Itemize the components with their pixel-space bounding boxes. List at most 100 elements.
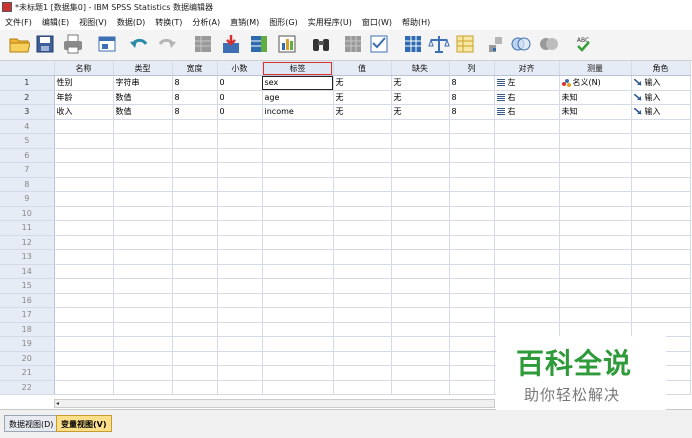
empty-cell[interactable] <box>559 162 632 178</box>
empty-cell[interactable] <box>391 278 450 294</box>
cell-columns[interactable]: 8 <box>449 75 495 91</box>
select-cases-icon[interactable] <box>454 33 476 55</box>
empty-cell[interactable] <box>262 235 334 250</box>
empty-cell[interactable] <box>172 264 218 279</box>
empty-cell[interactable] <box>391 235 450 250</box>
column-header-columns[interactable]: 列 <box>449 61 495 76</box>
menu-item-7[interactable]: 图形(G) <box>264 17 302 28</box>
empty-cell[interactable] <box>262 365 334 381</box>
empty-cell[interactable] <box>172 322 218 337</box>
empty-cell[interactable] <box>217 148 263 163</box>
undo-icon[interactable] <box>128 33 150 55</box>
cell-align[interactable]: 左 <box>494 75 560 91</box>
empty-cell[interactable] <box>172 191 218 207</box>
empty-cell[interactable] <box>333 177 392 192</box>
empty-cell[interactable] <box>54 133 114 149</box>
grid-corner-cell[interactable] <box>0 61 55 76</box>
empty-cell[interactable] <box>391 162 450 178</box>
empty-cell[interactable] <box>217 162 263 178</box>
empty-cell[interactable] <box>217 206 263 221</box>
empty-cell[interactable] <box>449 278 495 294</box>
empty-cell[interactable] <box>262 148 334 163</box>
empty-cell[interactable] <box>113 191 173 207</box>
empty-cell[interactable] <box>494 133 560 149</box>
cell-columns[interactable]: 8 <box>449 90 495 105</box>
empty-cell[interactable] <box>113 278 173 294</box>
empty-cell[interactable] <box>54 177 114 192</box>
empty-cell[interactable] <box>54 119 114 134</box>
row-number[interactable]: 6 <box>0 148 55 163</box>
empty-cell[interactable] <box>449 177 495 192</box>
empty-cell[interactable] <box>449 307 495 323</box>
empty-cell[interactable] <box>494 206 560 221</box>
column-header-type[interactable]: 类型 <box>113 61 173 76</box>
goto-variable-icon[interactable] <box>220 33 242 55</box>
empty-cell[interactable] <box>217 264 263 279</box>
empty-cell[interactable] <box>391 351 450 366</box>
empty-cell[interactable] <box>217 249 263 265</box>
row-number[interactable]: 5 <box>0 133 55 149</box>
empty-cell[interactable] <box>113 162 173 178</box>
empty-cell[interactable] <box>262 119 334 134</box>
row-number[interactable]: 10 <box>0 206 55 221</box>
empty-cell[interactable] <box>494 293 560 308</box>
empty-cell[interactable] <box>449 249 495 265</box>
empty-cell[interactable] <box>54 235 114 250</box>
cell-columns[interactable]: 8 <box>449 104 495 120</box>
column-header-role[interactable]: 角色 <box>631 61 691 76</box>
column-header-missing[interactable]: 缺失 <box>391 61 450 76</box>
redo-icon[interactable] <box>156 33 178 55</box>
empty-cell[interactable] <box>113 148 173 163</box>
empty-cell[interactable] <box>559 235 632 250</box>
empty-cell[interactable] <box>559 293 632 308</box>
cell-decimals[interactable]: 0 <box>217 90 263 105</box>
empty-cell[interactable] <box>262 162 334 178</box>
empty-cell[interactable] <box>333 220 392 236</box>
empty-cell[interactable] <box>217 293 263 308</box>
empty-cell[interactable] <box>54 293 114 308</box>
empty-cell[interactable] <box>559 148 632 163</box>
empty-cell[interactable] <box>262 322 334 337</box>
column-header-align[interactable]: 对齐 <box>494 61 560 76</box>
empty-cell[interactable] <box>449 119 495 134</box>
empty-cell[interactable] <box>54 162 114 178</box>
empty-cell[interactable] <box>391 177 450 192</box>
empty-cell[interactable] <box>172 307 218 323</box>
row-number[interactable]: 2 <box>0 90 55 105</box>
empty-cell[interactable] <box>449 235 495 250</box>
empty-cell[interactable] <box>391 293 450 308</box>
empty-cell[interactable] <box>54 322 114 337</box>
cell-missing[interactable]: 无 <box>391 90 450 105</box>
tab-data-view[interactable]: 数据视图(D) <box>4 415 59 432</box>
row-number[interactable]: 13 <box>0 249 55 265</box>
empty-cell[interactable] <box>631 206 691 221</box>
empty-cell[interactable] <box>494 322 560 337</box>
row-number[interactable]: 22 <box>0 380 55 395</box>
empty-cell[interactable] <box>559 249 632 265</box>
horizontal-scrollbar[interactable]: ◂ <box>54 399 495 408</box>
cell-missing[interactable]: 无 <box>391 75 450 91</box>
empty-cell[interactable] <box>391 365 450 381</box>
empty-cell[interactable] <box>113 206 173 221</box>
row-number[interactable]: 8 <box>0 177 55 192</box>
cell-measure[interactable]: 名义(N) <box>559 75 632 91</box>
empty-cell[interactable] <box>391 119 450 134</box>
empty-cell[interactable] <box>559 220 632 236</box>
empty-cell[interactable] <box>333 365 392 381</box>
cell-type[interactable]: 数值 <box>113 90 173 105</box>
empty-cell[interactable] <box>333 336 392 352</box>
empty-cell[interactable] <box>262 380 334 395</box>
empty-cell[interactable] <box>449 162 495 178</box>
empty-cell[interactable] <box>262 206 334 221</box>
row-number[interactable]: 18 <box>0 322 55 337</box>
empty-cell[interactable] <box>172 133 218 149</box>
empty-cell[interactable] <box>391 148 450 163</box>
cell-type[interactable]: 字符串 <box>113 75 173 91</box>
cell-role[interactable]: 输入 <box>631 90 691 105</box>
open-folder-icon[interactable] <box>8 33 30 55</box>
empty-cell[interactable] <box>391 206 450 221</box>
row-number[interactable]: 21 <box>0 365 55 381</box>
empty-cell[interactable] <box>559 264 632 279</box>
empty-cell[interactable] <box>113 177 173 192</box>
empty-cell[interactable] <box>54 264 114 279</box>
